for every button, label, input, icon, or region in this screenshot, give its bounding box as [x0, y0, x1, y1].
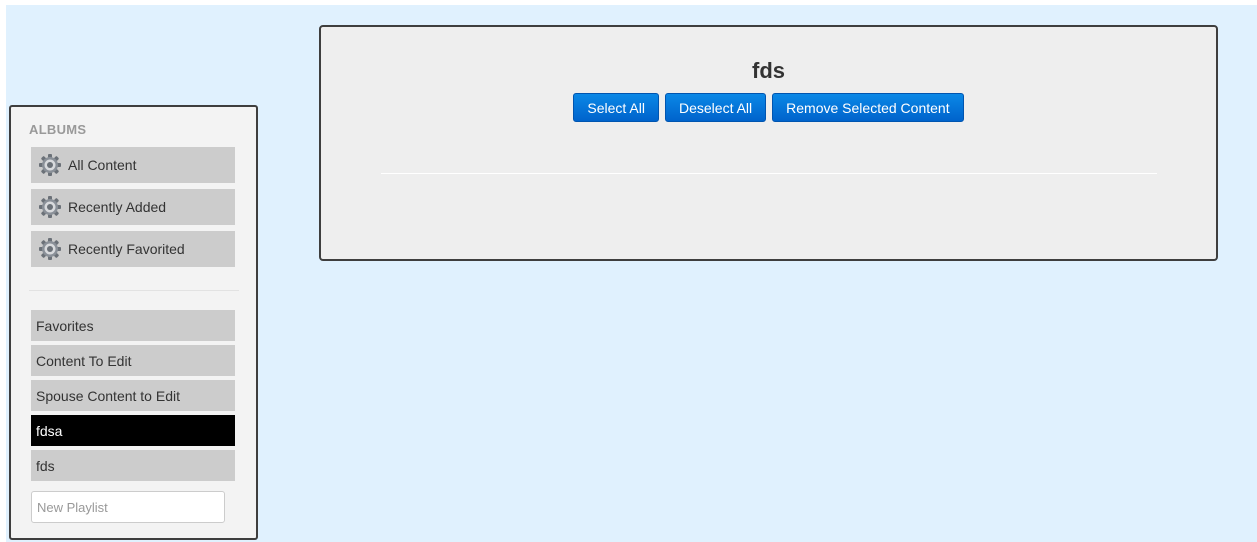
- album-item-all-content[interactable]: All Content: [31, 147, 235, 183]
- content-divider: [381, 173, 1157, 174]
- album-item-recently-favorited[interactable]: Recently Favorited: [31, 231, 235, 267]
- album-item-recently-added[interactable]: Recently Added: [31, 189, 235, 225]
- albums-sidebar: ALBUMS All Content Recently Added Recent…: [9, 105, 258, 540]
- new-playlist-input[interactable]: [31, 491, 225, 523]
- remove-selected-content-button[interactable]: Remove Selected Content: [772, 93, 964, 122]
- action-button-row: Select All Deselect All Remove Selected …: [321, 93, 1216, 122]
- playlist-item-favorites[interactable]: Favorites: [31, 310, 235, 341]
- gear-icon: [37, 236, 63, 262]
- sidebar-divider: [29, 290, 239, 291]
- playlist-title: fds: [752, 58, 785, 83]
- select-all-button[interactable]: Select All: [573, 93, 659, 122]
- playlist-panel: fds Select All Deselect All Remove Selec…: [319, 25, 1218, 261]
- gear-icon: [37, 194, 63, 220]
- playlist-item-content-to-edit[interactable]: Content To Edit: [31, 345, 235, 376]
- album-item-label: Recently Favorited: [68, 241, 185, 257]
- playlist-item-fds[interactable]: fds: [31, 450, 235, 481]
- album-item-label: All Content: [68, 157, 137, 173]
- deselect-all-button[interactable]: Deselect All: [665, 93, 767, 122]
- album-item-label: Recently Added: [68, 199, 167, 215]
- playlist-item-spouse-content-to-edit[interactable]: Spouse Content to Edit: [31, 380, 235, 411]
- albums-heading: ALBUMS: [29, 122, 87, 137]
- playlist-item-fdsa[interactable]: fdsa: [31, 415, 235, 446]
- gear-icon: [37, 152, 63, 178]
